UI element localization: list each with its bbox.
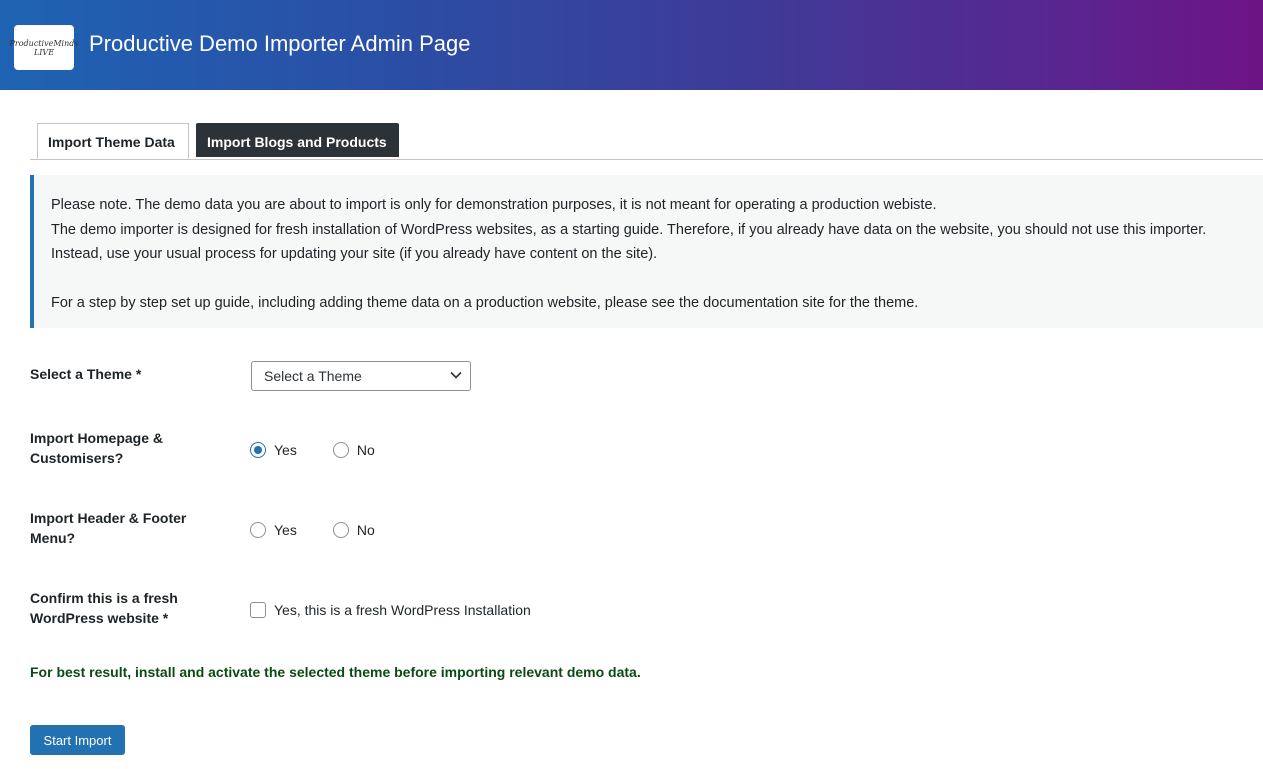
notice-line: The demo importer is designed for fresh … — [51, 221, 1207, 238]
header-footer-no-radio[interactable] — [332, 522, 349, 538]
tab-import-blogs-products[interactable]: Import Blogs and Products — [196, 123, 399, 157]
theme-select-label: Select a Theme * — [30, 366, 142, 382]
info-notice: Please note. The demo data you are about… — [30, 175, 1263, 328]
notice-line: For a step by step set up guide, includi… — [51, 295, 919, 311]
notice-line: Please note. The demo data you are about… — [51, 197, 937, 213]
homepage-import-label: Import Homepage & Customisers? — [30, 430, 164, 466]
page-title: Productive Demo Importer Admin Page — [89, 31, 471, 56]
header-footer-radio-group: Yes No — [250, 520, 375, 540]
fresh-install-option[interactable]: Yes, this is a fresh WordPress Installat… — [250, 600, 531, 620]
tab-bar: Import Theme Data Import Blogs and Produ… — [30, 123, 1263, 160]
homepage-yes-radio[interactable] — [250, 442, 266, 458]
fresh-install-label: Confirm this is a fresh WordPress websit… — [30, 590, 178, 626]
page-header: ProductiveMinds LIVE Productive Demo Imp… — [0, 0, 1263, 90]
best-result-hint: For best result, install and activate th… — [30, 664, 641, 680]
header-footer-yes-radio[interactable] — [250, 522, 266, 538]
homepage-no-radio[interactable] — [332, 442, 349, 458]
logo-text-line1: ProductiveMinds — [9, 38, 79, 48]
homepage-import-radio-group: Yes No — [250, 440, 375, 460]
productiveminds-logo: ProductiveMinds LIVE — [10, 25, 78, 70]
homepage-no-option[interactable]: No — [332, 442, 375, 458]
header-footer-no-option[interactable]: No — [332, 522, 375, 538]
logo-text-line2: LIVE — [33, 47, 55, 57]
header-footer-yes-option[interactable]: Yes — [250, 522, 297, 538]
fresh-install-checkbox[interactable] — [250, 602, 266, 618]
homepage-yes-option[interactable]: Yes — [250, 442, 297, 458]
theme-select-value: Select a Theme — [264, 368, 362, 384]
chevron-down-icon — [450, 371, 462, 379]
theme-select[interactable]: Select a Theme — [251, 361, 471, 391]
notice-line: Instead, use your usual process for upda… — [51, 246, 658, 262]
tab-import-theme-data[interactable]: Import Theme Data — [37, 123, 189, 159]
start-import-button[interactable]: Start Import — [30, 725, 125, 755]
header-footer-import-label: Import Header & Footer Menu? — [30, 510, 187, 546]
